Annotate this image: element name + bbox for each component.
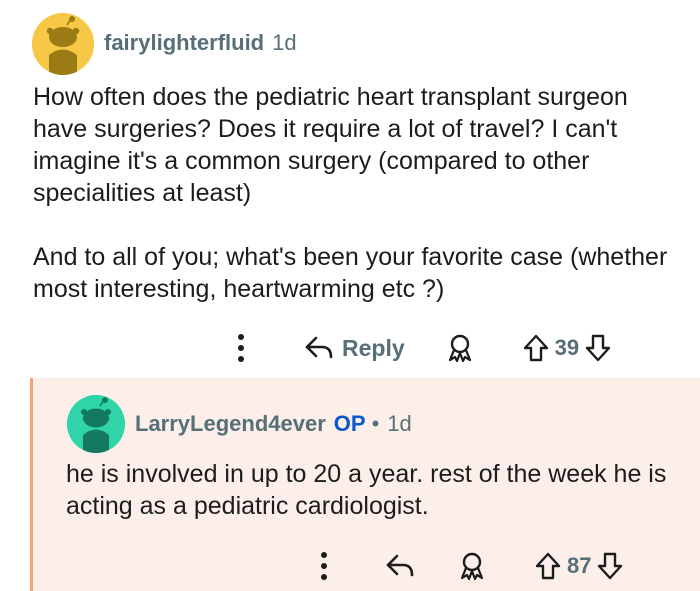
more-options-icon[interactable] <box>313 546 335 586</box>
vote-count: 87 <box>567 553 592 578</box>
snoo-avatar-icon <box>32 13 94 75</box>
snoo-avatar-icon <box>67 395 125 453</box>
vote-count: 39 <box>554 335 580 360</box>
reply-button[interactable]: Reply <box>304 335 405 362</box>
comment-body: he is involved in up to 20 a year. rest … <box>66 460 667 520</box>
reply-arrow-icon <box>304 335 334 361</box>
comment-meta: fairylighterfluid 1d <box>104 30 297 56</box>
comment-reply: LarryLegend4ever OP • 1d he is involved … <box>30 378 700 591</box>
more-options-icon[interactable] <box>230 328 252 368</box>
username-link[interactable]: LarryLegend4ever <box>135 411 326 437</box>
downvote-icon[interactable] <box>585 334 611 362</box>
award-icon[interactable] <box>445 333 475 363</box>
reply-arrow-icon[interactable] <box>385 553 415 579</box>
comment-actions: 87 <box>313 546 623 586</box>
reply-label: Reply <box>342 334 405 361</box>
award-icon[interactable] <box>457 551 487 581</box>
username-link[interactable]: fairylighterfluid <box>104 30 264 56</box>
comment-parent: fairylighterfluid 1d How often does the … <box>0 0 700 378</box>
upvote-icon[interactable] <box>523 334 549 362</box>
meta-separator: • <box>371 411 380 436</box>
comment-meta: LarryLegend4ever OP • 1d <box>135 411 412 437</box>
timestamp: 1d <box>387 411 412 436</box>
comment-body: How often does the pediatric heart trans… <box>33 83 668 303</box>
op-badge: OP <box>333 411 366 436</box>
avatar[interactable] <box>67 395 125 453</box>
avatar[interactable] <box>32 13 94 75</box>
timestamp: 1d <box>272 30 297 55</box>
comment-actions: Reply 39 <box>230 328 611 368</box>
downvote-icon[interactable] <box>597 552 623 580</box>
upvote-icon[interactable] <box>535 552 561 580</box>
